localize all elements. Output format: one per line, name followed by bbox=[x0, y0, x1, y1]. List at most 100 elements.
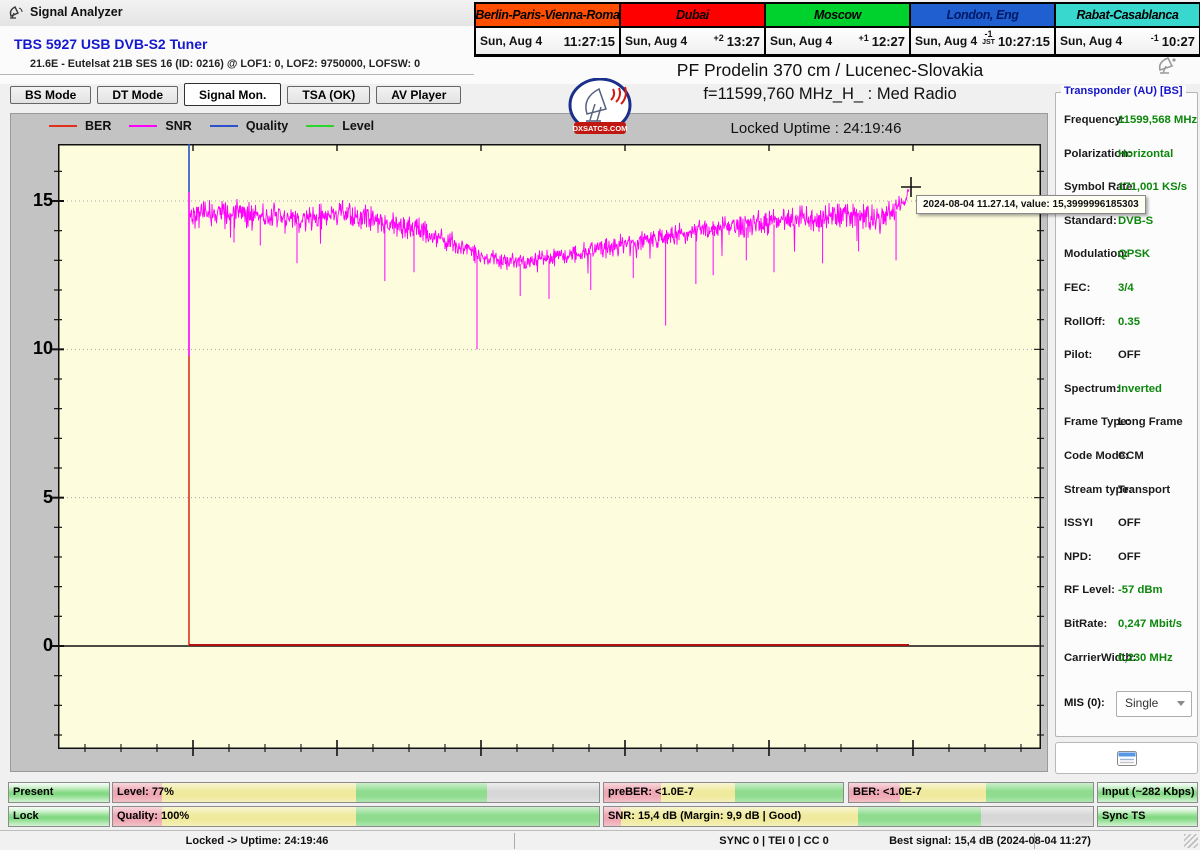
ber-meter: BER: <1.0E-7 bbox=[848, 782, 1094, 803]
clock-date: Sun, Aug 4 bbox=[1060, 34, 1123, 48]
clock-utc-offset: +2 bbox=[713, 33, 724, 43]
meter-label: Quality: 100% bbox=[117, 809, 190, 822]
field-label: BitRate: bbox=[1064, 618, 1108, 630]
clock-city-label: Dubai bbox=[621, 4, 764, 28]
clock-time: 10:27 bbox=[1161, 33, 1195, 49]
field-label: Pilot: bbox=[1064, 349, 1093, 362]
clock-column: London, Eng Sun, Aug 4 -1 JST 10:27:15 bbox=[909, 4, 1054, 54]
mis-select[interactable]: Single bbox=[1116, 691, 1192, 717]
transponder-field-row: Code Mode: CCM bbox=[1056, 450, 1197, 466]
lock-indicator: Lock bbox=[8, 806, 110, 827]
tab-av-player[interactable]: AV Player bbox=[376, 86, 462, 104]
clock-column: Moscow Sun, Aug 4 +1 12:27 bbox=[764, 4, 909, 54]
syncts-indicator: Sync TS bbox=[1097, 806, 1198, 827]
meter-label: SNR: 15,4 dB (Margin: 9,9 dB | Good) bbox=[608, 809, 802, 822]
chevron-down-icon bbox=[1177, 701, 1185, 706]
dxsatcs-logo: DXSATCS.COM bbox=[568, 77, 634, 136]
legend-label: Level bbox=[342, 119, 375, 133]
clock-city-label: Moscow bbox=[766, 4, 909, 28]
field-value: -57 dBm bbox=[1118, 584, 1163, 597]
panel-list-button[interactable] bbox=[1055, 742, 1198, 774]
clock-utc-offset: +1 bbox=[858, 33, 869, 43]
transponder-panel: Transponder (AU) [BS] Frequency: 11599,56… bbox=[1055, 85, 1198, 737]
clock-date: Sun, Aug 4 bbox=[480, 34, 543, 48]
panel-title: Transponder (AU) [BS] bbox=[1061, 85, 1186, 97]
bottom-statusbar: Locked -> Uptime: 24:19:46 SYNC 0 | TEI … bbox=[0, 830, 1200, 850]
transponder-field-row: NPD: OFF bbox=[1056, 551, 1197, 567]
field-label: RollOff: bbox=[1064, 315, 1106, 328]
clock-time: 10:27:15 bbox=[997, 33, 1050, 49]
field-value: Long Frame bbox=[1118, 416, 1183, 429]
chart-legend: BER SNR Quality Level bbox=[49, 119, 374, 133]
statusbar-uptime: Locked -> Uptime: 24:19:46 bbox=[185, 834, 329, 847]
legend-label: Quality bbox=[245, 119, 289, 133]
clock-city-label: Rabat-Casablanca bbox=[1056, 4, 1199, 28]
tab-signal-mon-[interactable]: Signal Mon. bbox=[184, 83, 282, 106]
meter-label: BER: <1.0E-7 bbox=[853, 785, 922, 798]
clock-column: Dubai Sun, Aug 4 +2 13:27 bbox=[619, 4, 764, 54]
list-icon bbox=[1116, 750, 1137, 766]
header-divider bbox=[0, 74, 474, 75]
field-label: NPD: bbox=[1064, 550, 1092, 563]
clock-date: Sun, Aug 4 bbox=[915, 34, 978, 48]
meter-segment bbox=[735, 783, 843, 802]
field-value: 0.35 bbox=[1118, 315, 1140, 328]
plot-area[interactable] bbox=[52, 144, 1044, 756]
clock-date: Sun, Aug 4 bbox=[625, 34, 688, 48]
meter-label: Sync TS bbox=[1102, 809, 1146, 822]
field-label: ISSYI bbox=[1064, 517, 1093, 530]
tab-tsa-ok-[interactable]: TSA (OK) bbox=[287, 86, 371, 104]
field-value: Inverted bbox=[1118, 382, 1162, 395]
meter-segment bbox=[161, 807, 356, 826]
meter-label: preBER: <1.0E-7 bbox=[608, 785, 694, 798]
transponder-field-row: Frame Type: Long Frame bbox=[1056, 416, 1197, 432]
meter-label: Present bbox=[13, 785, 54, 798]
meter-label: Level: 77% bbox=[117, 785, 174, 798]
field-label: RF Level: bbox=[1064, 584, 1115, 597]
logo-text: DXSATCS.COM bbox=[573, 124, 628, 133]
field-label: Standard: bbox=[1064, 214, 1117, 227]
meter-label: Input (~282 Kbps) bbox=[1102, 785, 1195, 798]
legend-line-icon bbox=[209, 125, 238, 127]
level-meter: Level: 77% bbox=[112, 782, 600, 803]
legend-item: BER bbox=[49, 119, 111, 133]
mode-tabs: BS Mode DT Mode Signal Mon. TSA (OK) AV Play… bbox=[10, 83, 462, 106]
y-axis-tick-label: 10 bbox=[32, 338, 53, 359]
clock-offset-label: JST bbox=[982, 38, 995, 46]
clock-utc-offset: -1 bbox=[1150, 33, 1159, 43]
preber-meter: preBER: <1.0E-7 bbox=[603, 782, 844, 803]
field-value: 3/4 bbox=[1118, 282, 1134, 294]
present-indicator: Present bbox=[8, 782, 110, 803]
transponder-field-row: RF Level: -57 dBm bbox=[1056, 584, 1197, 600]
transponder-field-row: Frequency: 11599,568 MHz bbox=[1056, 114, 1197, 130]
signal-analyzer-window: Signal Analyzer Berlin-Paris-Vienna-Roma… bbox=[0, 0, 1200, 850]
legend-item: Level bbox=[306, 119, 374, 133]
field-value: 171,001 KS/s bbox=[1118, 181, 1188, 194]
input-indicator: Input (~282 Kbps) bbox=[1097, 782, 1198, 803]
chart-tooltip: 2024-08-04 11.27.14, value: 15,399999618… bbox=[916, 195, 1146, 214]
tab-bs-mode[interactable]: BS Mode bbox=[10, 86, 92, 104]
clock-date: Sun, Aug 4 bbox=[770, 34, 833, 48]
field-value: Transport bbox=[1118, 483, 1171, 496]
field-value: CCM bbox=[1118, 450, 1144, 462]
field-label: Frequency: bbox=[1064, 114, 1125, 126]
legend-item: SNR bbox=[129, 119, 192, 133]
signal-chart: BER SNR Quality Level Locked Uptime : 24:19… bbox=[10, 113, 1048, 772]
quality-meter: Quality: 100% bbox=[112, 806, 600, 827]
tab-dt-mode[interactable]: DT Mode bbox=[97, 86, 179, 104]
clock-column: Rabat-Casablanca Sun, Aug 4 -1 10:27 bbox=[1054, 4, 1199, 54]
locked-uptime-text: Locked Uptime : 24:19:46 bbox=[730, 120, 902, 137]
legend-label: SNR bbox=[165, 119, 192, 133]
resize-grip-icon[interactable] bbox=[1184, 834, 1198, 848]
satellite-dish-icon bbox=[9, 6, 23, 19]
frequency-title: f=11599,760 MHz_H_ : Med Radio bbox=[703, 85, 957, 103]
clock-city-label: London, Eng bbox=[911, 4, 1054, 28]
transponder-field-row: Polarization: Horizontal bbox=[1056, 148, 1197, 164]
transponder-field-row: CarrierWidth: 0,230 MHz bbox=[1056, 652, 1197, 668]
transponder-field-row: FEC: 3/4 bbox=[1056, 282, 1197, 298]
meter-segment bbox=[858, 807, 981, 826]
field-label: FEC: bbox=[1064, 282, 1091, 294]
legend-label: BER bbox=[85, 119, 112, 133]
field-value: 11599,568 MHz bbox=[1118, 114, 1198, 126]
transponder-field-row: Modulation: QPSK bbox=[1056, 248, 1197, 264]
